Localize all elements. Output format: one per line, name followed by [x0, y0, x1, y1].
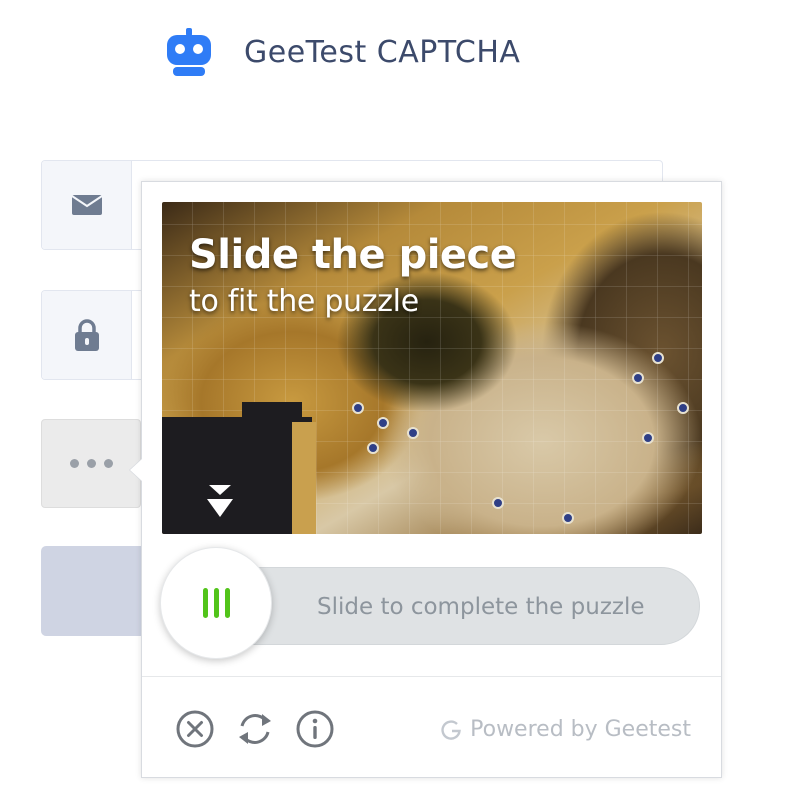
captcha-trigger-button[interactable]: [41, 419, 141, 508]
puzzle-piece-edge: [292, 422, 316, 534]
slider-label: Slide to complete the puzzle: [317, 594, 645, 620]
refresh-icon[interactable]: [235, 709, 275, 749]
password-field-prefix: [42, 291, 132, 379]
close-icon[interactable]: [175, 709, 215, 749]
info-icon[interactable]: [295, 709, 335, 749]
ellipsis-icon: [69, 459, 79, 468]
lock-icon: [74, 319, 99, 351]
page-title: GeeTest CAPTCHA: [244, 34, 521, 70]
grip-bar: [213, 588, 219, 618]
puzzle-subtitle: to fit the puzzle: [189, 284, 419, 319]
captcha-popup: Slide the piece to fit the puzzle Slide …: [129, 181, 722, 778]
powered-by: Powered by Geetest: [440, 717, 691, 742]
popup-arrow: [129, 458, 142, 482]
puzzle-title: Slide the piece: [189, 232, 517, 278]
puzzle-image: Slide the piece to fit the puzzle: [162, 202, 702, 534]
down-arrow-icon: [207, 485, 233, 517]
header: GeeTest CAPTCHA: [163, 24, 520, 80]
grip-bar: [224, 588, 230, 618]
ellipsis-dot: [86, 459, 96, 468]
email-field-prefix: [42, 161, 132, 249]
slider-handle[interactable]: [160, 547, 272, 659]
robot-icon: [163, 26, 215, 78]
footer-divider: [142, 676, 721, 677]
mail-icon: [70, 195, 103, 215]
geetest-logo-icon: [441, 719, 461, 740]
powered-by-text: Powered by Geetest: [470, 717, 691, 742]
grip-bars-icon: [202, 588, 208, 618]
ellipsis-dot: [103, 459, 113, 468]
